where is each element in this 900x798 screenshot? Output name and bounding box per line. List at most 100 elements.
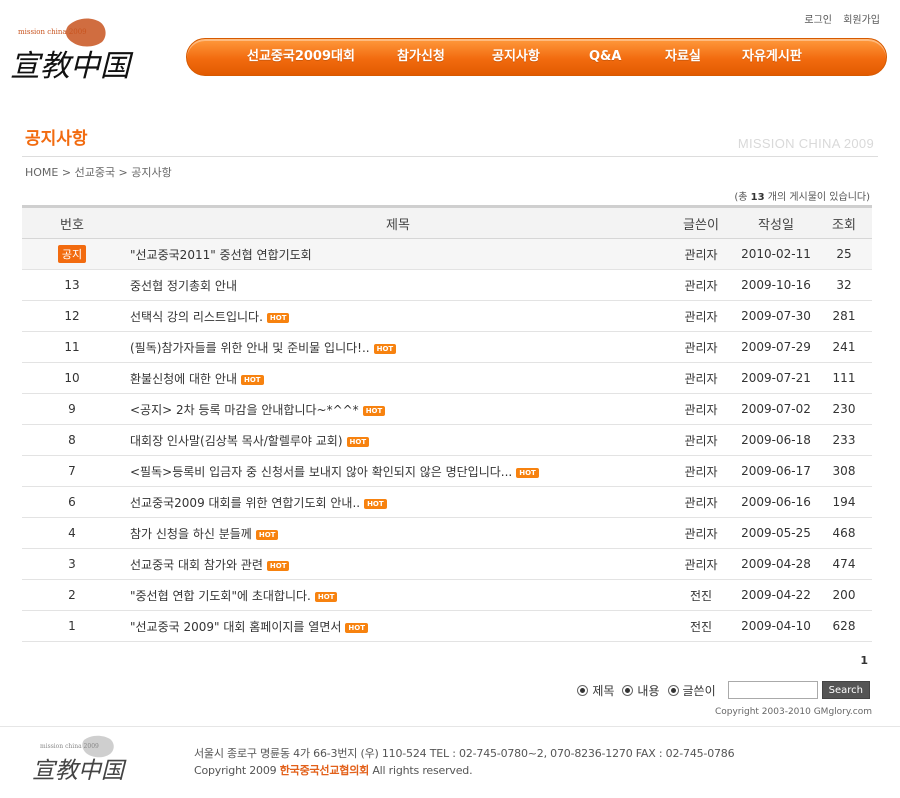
- hot-badge: HOT: [345, 622, 368, 633]
- post-title-link[interactable]: 선교중국 대회 참가와 관련: [130, 558, 263, 572]
- search-option-writer[interactable]: 글쓴이: [667, 682, 716, 699]
- post-title-link[interactable]: "중선협 연합 기도회"에 초대합니다.: [130, 589, 311, 603]
- post-subject-cell: <공지> 2차 등록 마감을 안내합니다~*^^* HOT: [122, 393, 666, 425]
- post-title-link[interactable]: "선교중국 2009" 대회 홈페이지를 열면서: [130, 620, 341, 634]
- table-row: 8 대회장 인사말(김상복 목사/할렐루야 교회) HOT 관리자 2009-06-18…: [22, 424, 872, 456]
- nav-item-notice[interactable]: 공지사항: [492, 39, 540, 75]
- page-title: 공지사항: [25, 129, 88, 149]
- logo-tag: mission china 2009: [18, 28, 87, 36]
- nav-item-resources[interactable]: 자료실: [665, 39, 701, 75]
- table-row: 11 (필독)참가자들를 위한 안내 및 준비물 입니다!.. HOT 관리자 2009…: [22, 331, 872, 363]
- notice-badge: 공지: [57, 245, 87, 263]
- search-input[interactable]: [727, 681, 818, 699]
- post-subject-cell: "선교중국 2009" 대회 홈페이지를 열면서 HOT: [122, 610, 666, 642]
- post-hits: 281: [816, 300, 872, 332]
- post-hits: 194: [816, 486, 872, 518]
- post-title-link[interactable]: "선교중국2011" 중선협 연합기도회: [130, 248, 312, 262]
- nav-item-conference[interactable]: 선교중국2009대회: [247, 39, 355, 75]
- header-num: 번호: [22, 205, 122, 239]
- signup-link[interactable]: 회원가입: [843, 15, 880, 26]
- header-writer: 글쓴이: [666, 205, 736, 239]
- post-subject-cell: 환불신청에 대한 안내 HOT: [122, 362, 666, 394]
- hot-badge: HOT: [362, 405, 386, 416]
- post-writer: 관리자: [666, 548, 736, 580]
- search-option-content[interactable]: 내용: [622, 682, 660, 699]
- hot-badge: HOT: [314, 591, 338, 602]
- post-title-link[interactable]: <필독>등록비 입금자 중 신청서를 보내지 않아 확인되지 않은 명단입니다.…: [130, 465, 512, 479]
- nav-item-registration[interactable]: 참가신청: [397, 39, 445, 75]
- post-title-link[interactable]: 환불신청에 대한 안내: [130, 372, 237, 386]
- page-number-current[interactable]: 1: [860, 654, 868, 667]
- post-number: 8: [22, 424, 122, 456]
- notice-row: 공지 "선교중국2011" 중선협 연합기도회 관리자 2010-02-11 2…: [22, 238, 872, 270]
- post-subject-cell: 선교중국 대회 참가와 관련 HOT: [122, 548, 666, 580]
- post-title-link[interactable]: 대회장 인사말(김상복 목사/할렐루야 교회): [130, 434, 343, 448]
- post-subject-cell: <필독>등록비 입금자 중 신청서를 보내지 않아 확인되지 않은 명단입니다.…: [122, 455, 666, 487]
- post-number: 11: [22, 331, 122, 363]
- footer-logo-text: 宣教中国: [32, 758, 127, 784]
- top-links: 로그인 회원가입: [796, 11, 880, 26]
- header-hits: 조회: [816, 205, 872, 239]
- post-writer: 관리자: [666, 455, 736, 487]
- post-number: 12: [22, 300, 122, 332]
- post-writer: 관리자: [666, 300, 736, 332]
- post-number: 6: [22, 486, 122, 518]
- post-number: 10: [22, 362, 122, 394]
- post-writer: 관리자: [666, 517, 736, 549]
- post-date: 2009-06-16: [736, 486, 816, 518]
- post-writer: 관리자: [666, 486, 736, 518]
- post-title-link[interactable]: 중선협 정기총회 안내: [130, 279, 237, 293]
- nav-item-free-board[interactable]: 자유게시판: [742, 39, 802, 75]
- post-hits: 25: [816, 238, 872, 270]
- post-subject-cell: "중선협 연합 기도회"에 초대합니다. HOT: [122, 579, 666, 611]
- table-row: 12 선택식 강의 리스트입니다. HOT 관리자 2009-07-30 281: [22, 300, 872, 332]
- post-hits: 111: [816, 362, 872, 394]
- post-hits: 628: [816, 610, 872, 642]
- post-date: 2010-02-11: [736, 238, 816, 270]
- post-hits: 200: [816, 579, 872, 611]
- radio-icon: [622, 684, 634, 696]
- hot-badge: HOT: [346, 436, 370, 447]
- post-writer: 관리자: [666, 424, 736, 456]
- footer-divider: [0, 726, 900, 727]
- post-number: 1: [22, 610, 122, 642]
- post-number: 3: [22, 548, 122, 580]
- post-writer: 관리자: [666, 269, 736, 301]
- post-writer: 관리자: [666, 362, 736, 394]
- radio-icon: [577, 684, 589, 696]
- table-row: 10 환불신청에 대한 안내 HOT 관리자 2009-07-21 111: [22, 362, 872, 394]
- footer-address: 서울시 종로구 명륜동 4가 66-3번지 (우) 110-524 TEL : …: [194, 747, 735, 760]
- search-button[interactable]: Search: [821, 681, 870, 699]
- post-title-link[interactable]: 선교중국2009 대회를 위한 연합기도회 안내..: [130, 496, 360, 510]
- post-title-link[interactable]: (필독)참가자들를 위한 안내 및 준비물 입니다!..: [130, 341, 370, 355]
- login-link[interactable]: 로그인: [804, 15, 832, 26]
- post-date: 2009-04-10: [736, 610, 816, 642]
- hot-badge: HOT: [364, 498, 387, 509]
- post-number: 2: [22, 579, 122, 611]
- logo-text: 宣教中国: [10, 49, 134, 84]
- hot-badge: HOT: [373, 343, 397, 354]
- post-title-link[interactable]: <공지> 2차 등록 마감을 안내합니다~*^^*: [130, 403, 359, 417]
- post-writer: 관리자: [666, 238, 736, 270]
- site-copyright: Copyright 2003-2010 GMglory.com: [714, 707, 872, 717]
- nav-item-qna[interactable]: Q&A: [589, 39, 621, 75]
- title-divider: [22, 156, 878, 157]
- post-title-link[interactable]: 선택식 강의 리스트입니다.: [130, 310, 263, 324]
- post-date: 2009-07-30: [736, 300, 816, 332]
- footer-logo: mission china 2009 宣教中国: [30, 734, 135, 786]
- post-writer: 전진: [666, 610, 736, 642]
- post-hits: 32: [816, 269, 872, 301]
- site-logo[interactable]: mission china 2009 宣教中国: [6, 12, 138, 88]
- search-option-subject[interactable]: 제목: [577, 682, 614, 699]
- post-count-value: 13: [750, 192, 765, 203]
- post-date: 2009-05-25: [736, 517, 816, 549]
- post-date: 2009-06-17: [736, 455, 816, 487]
- post-subject-cell: 대회장 인사말(김상복 목사/할렐루야 교회) HOT: [122, 424, 666, 456]
- footer-copyright: Copyright 2009 한국중국선교협의회 All rights rese…: [194, 764, 473, 777]
- hot-badge: HOT: [266, 312, 290, 323]
- post-title-link[interactable]: 참가 신청을 하신 분들께: [130, 527, 252, 541]
- post-date: 2009-04-22: [736, 579, 816, 611]
- post-date: 2009-07-02: [736, 393, 816, 425]
- header-subject: 제목: [122, 205, 666, 239]
- post-date: 2009-04-28: [736, 548, 816, 580]
